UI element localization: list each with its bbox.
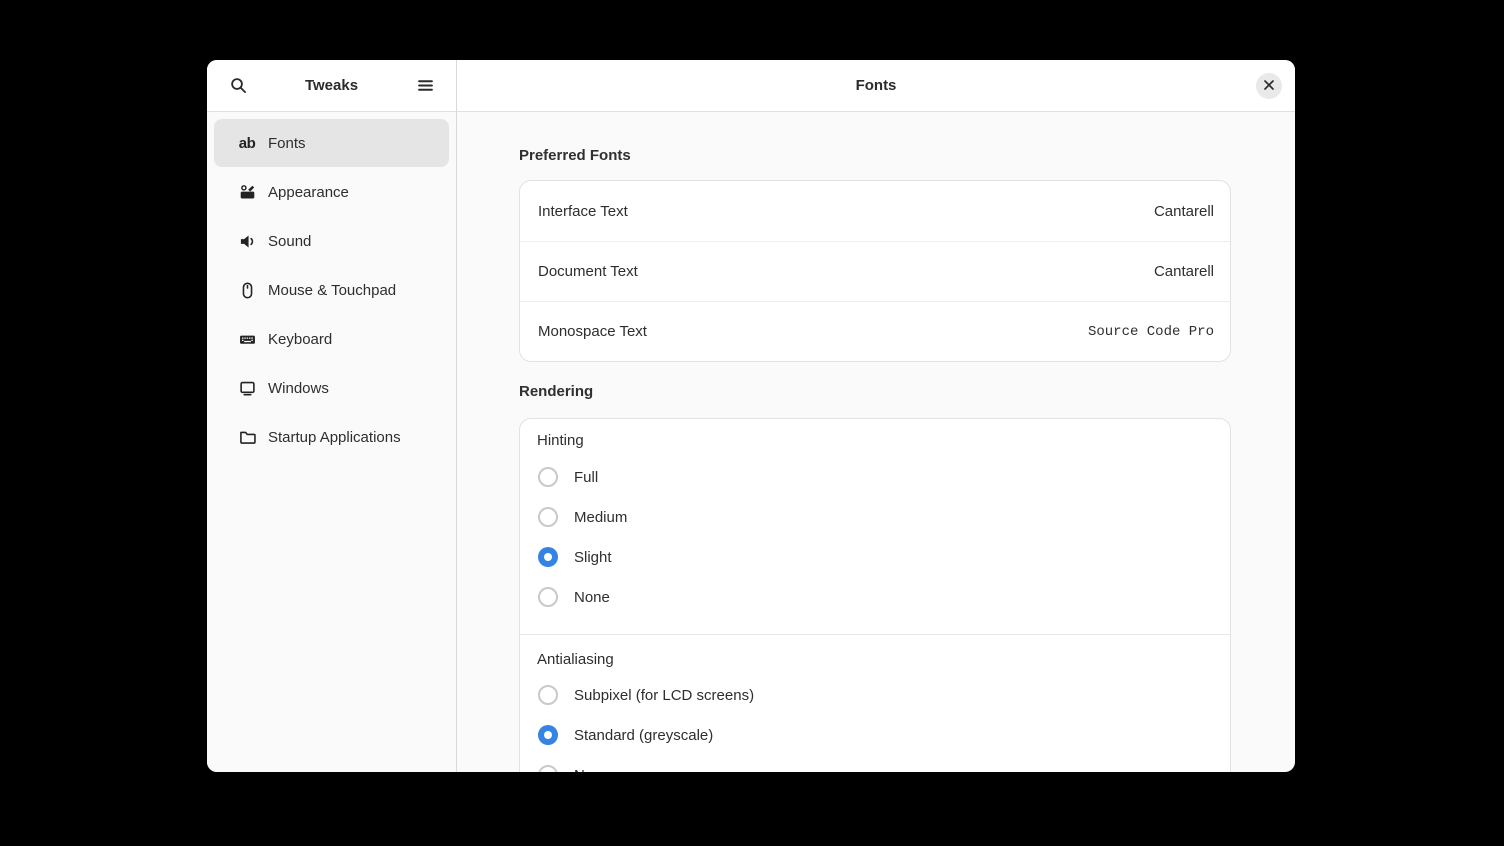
hamburger-menu-icon bbox=[417, 77, 434, 94]
hinting-option-full[interactable]: Full bbox=[520, 457, 1230, 497]
tweaks-window: Tweaks ab Fonts Appearance bbox=[207, 60, 1295, 772]
monitor-icon bbox=[238, 379, 256, 397]
sidebar: Tweaks ab Fonts Appearance bbox=[207, 60, 457, 772]
sidebar-item-label: Windows bbox=[268, 380, 329, 397]
close-button[interactable] bbox=[1256, 73, 1282, 99]
sidebar-item-keyboard[interactable]: Keyboard bbox=[214, 315, 449, 363]
radio-unchecked-icon[interactable] bbox=[538, 587, 558, 607]
font-row-value: Cantarell bbox=[1154, 203, 1214, 220]
folder-icon bbox=[238, 428, 256, 446]
radio-unchecked-icon[interactable] bbox=[538, 507, 558, 527]
sidebar-item-label: Sound bbox=[268, 233, 311, 250]
sidebar-item-label: Startup Applications bbox=[268, 429, 401, 446]
radio-label: Standard (greyscale) bbox=[574, 727, 713, 744]
radio-unchecked-icon[interactable] bbox=[538, 765, 558, 772]
fonts-ab-icon: ab bbox=[238, 134, 256, 152]
antialiasing-option-subpixel[interactable]: Subpixel (for LCD screens) bbox=[520, 675, 1230, 715]
hinting-radio-group: Full Medium Slight None bbox=[520, 457, 1230, 617]
mouse-icon bbox=[238, 281, 256, 299]
sidebar-item-fonts[interactable]: ab Fonts bbox=[214, 119, 449, 167]
sidebar-item-label: Fonts bbox=[268, 135, 306, 152]
card-separator bbox=[520, 634, 1230, 635]
font-row-interface-text[interactable]: Interface Text Cantarell bbox=[520, 181, 1230, 241]
sidebar-item-sound[interactable]: Sound bbox=[214, 217, 449, 265]
antialiasing-option-none[interactable]: None bbox=[520, 755, 1230, 772]
sidebar-item-appearance[interactable]: Appearance bbox=[214, 168, 449, 216]
fonts-settings-page: Preferred Fonts Interface Text Cantarell… bbox=[457, 112, 1295, 772]
sidebar-item-label: Keyboard bbox=[268, 331, 332, 348]
keyboard-icon bbox=[238, 330, 256, 348]
antialiasing-radio-group: Subpixel (for LCD screens) Standard (gre… bbox=[520, 675, 1230, 772]
sidebar-item-mouse-touchpad[interactable]: Mouse & Touchpad bbox=[214, 266, 449, 314]
radio-label: Slight bbox=[574, 549, 612, 566]
preferred-fonts-card: Interface Text Cantarell Document Text C… bbox=[519, 180, 1231, 362]
font-row-document-text[interactable]: Document Text Cantarell bbox=[520, 241, 1230, 301]
font-row-label: Monospace Text bbox=[538, 323, 647, 340]
menu-button[interactable] bbox=[410, 71, 440, 101]
antialiasing-group-label: Antialiasing bbox=[520, 651, 1230, 669]
font-row-monospace-text[interactable]: Monospace Text Source Code Pro bbox=[520, 301, 1230, 361]
radio-unchecked-icon[interactable] bbox=[538, 467, 558, 487]
sidebar-item-label: Appearance bbox=[268, 184, 349, 201]
sidebar-item-label: Mouse & Touchpad bbox=[268, 282, 396, 299]
close-icon bbox=[1263, 79, 1275, 94]
antialiasing-option-standard[interactable]: Standard (greyscale) bbox=[520, 715, 1230, 755]
radio-label: Medium bbox=[574, 509, 627, 526]
desktop-background: Tweaks ab Fonts Appearance bbox=[0, 0, 1504, 846]
main-header: Fonts bbox=[457, 60, 1295, 112]
sidebar-item-windows[interactable]: Windows bbox=[214, 364, 449, 412]
radio-checked-icon[interactable] bbox=[538, 547, 558, 567]
hinting-option-none[interactable]: None bbox=[520, 577, 1230, 617]
rendering-heading: Rendering bbox=[519, 383, 1231, 401]
radio-label: None bbox=[574, 767, 610, 773]
main-pane: Fonts Preferred Fonts Interface Text Can… bbox=[457, 60, 1295, 772]
radio-checked-icon[interactable] bbox=[538, 725, 558, 745]
radio-label: None bbox=[574, 589, 610, 606]
hinting-option-slight[interactable]: Slight bbox=[520, 537, 1230, 577]
rendering-card: Hinting Full Medium Slight bbox=[519, 418, 1231, 772]
search-icon bbox=[230, 77, 247, 94]
hinting-option-medium[interactable]: Medium bbox=[520, 497, 1230, 537]
radio-label: Subpixel (for LCD screens) bbox=[574, 687, 754, 704]
sidebar-header: Tweaks bbox=[207, 60, 456, 112]
sidebar-item-startup-applications[interactable]: Startup Applications bbox=[214, 413, 449, 461]
hinting-group-label: Hinting bbox=[520, 432, 1230, 450]
toolbox-icon bbox=[238, 183, 256, 201]
speaker-icon bbox=[238, 232, 256, 250]
radio-label: Full bbox=[574, 469, 598, 486]
font-row-label: Interface Text bbox=[538, 203, 628, 220]
page-title: Fonts bbox=[856, 77, 897, 94]
radio-unchecked-icon[interactable] bbox=[538, 685, 558, 705]
search-button[interactable] bbox=[223, 71, 253, 101]
font-row-value: Cantarell bbox=[1154, 263, 1214, 280]
font-row-value: Source Code Pro bbox=[1088, 324, 1214, 340]
sidebar-list: ab Fonts Appearance Sound bbox=[207, 112, 456, 462]
font-row-label: Document Text bbox=[538, 263, 638, 280]
preferred-fonts-heading: Preferred Fonts bbox=[519, 147, 1231, 165]
sidebar-title: Tweaks bbox=[305, 77, 358, 94]
